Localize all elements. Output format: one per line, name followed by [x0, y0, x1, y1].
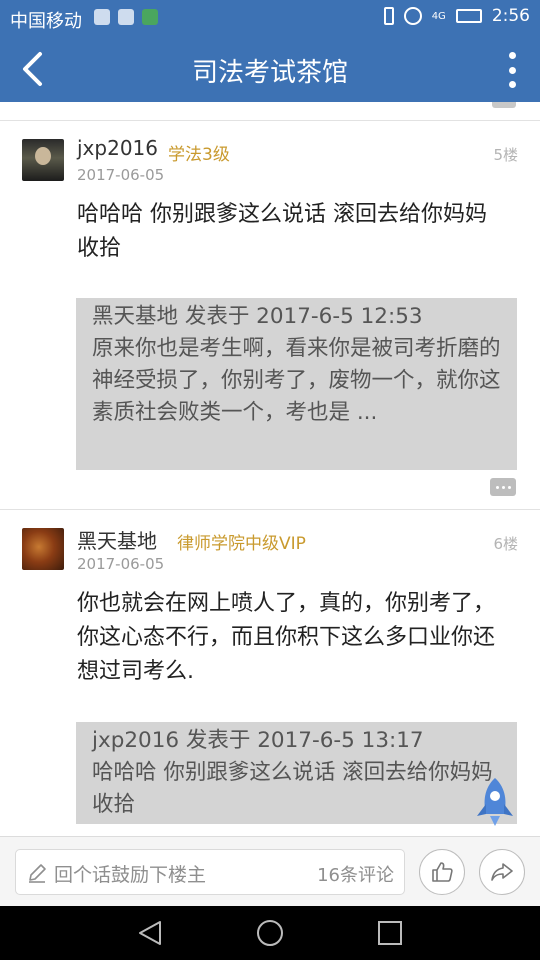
network-type: 4G — [431, 10, 446, 22]
comment-input[interactable]: 回个话鼓励下楼主 16条评论 — [15, 849, 405, 895]
post-username[interactable]: 黑天基地 — [77, 525, 157, 554]
quote-header: jxp2016 发表于 2017-6-5 13:17 — [92, 728, 424, 753]
page-title: 司法考试茶馆 — [191, 58, 348, 88]
quote-text: 哈哈哈 你别跟爹这么说话 滚回去给你妈妈收拾 — [92, 760, 493, 817]
home-circle-icon[interactable] — [256, 919, 284, 947]
user-level-badge: 学法3级 — [168, 145, 230, 165]
avatar[interactable] — [22, 139, 64, 181]
post-content: 哈哈哈 你别跟爹这么说话 滚回去给你妈妈收拾 — [77, 202, 487, 261]
share-button[interactable] — [479, 849, 525, 895]
quote-text: 原来你也是考生啊，看来你是被司考折磨的神经受损了，你别考了，废物一个，就你这素质… — [92, 336, 501, 425]
user-level-badge: 律师学院中级VIP — [177, 534, 306, 554]
quoted-reply: jxp2016 发表于 2017-6-5 13:17 哈哈哈 你别跟爹这么说话 … — [76, 722, 517, 824]
quote-header: 黑天基地 发表于 2017-6-5 12:53 — [92, 304, 423, 329]
app-header: 司法考试茶馆 — [0, 36, 540, 102]
system-navigation-bar — [0, 906, 540, 960]
divider — [0, 509, 540, 510]
avatar[interactable] — [22, 528, 64, 570]
post-date: 2017-06-05 — [77, 166, 165, 184]
battery-icon — [455, 9, 482, 23]
quoted-reply: 黑天基地 发表于 2017-6-5 12:53 原来你也是考生啊，看来你是被司考… — [76, 298, 517, 470]
comment-bar: 回个话鼓励下楼主 16条评论 — [0, 836, 540, 906]
post-date: 2017-06-05 — [77, 555, 165, 573]
reply-icon[interactable] — [492, 102, 516, 108]
back-triangle-icon[interactable] — [136, 919, 164, 947]
app-store-icon — [142, 9, 158, 25]
comment-placeholder: 回个话鼓励下楼主 — [54, 864, 207, 886]
floor-number: 5楼 — [493, 146, 518, 164]
post-username[interactable]: jxp2016 — [77, 136, 158, 160]
vibrate-icon — [383, 7, 394, 25]
more-vertical-icon[interactable] — [508, 52, 516, 88]
comment-icon[interactable] — [490, 478, 516, 496]
notification-icon — [118, 9, 134, 25]
like-button[interactable] — [419, 849, 465, 895]
floor-number: 6楼 — [493, 535, 518, 553]
status-icons: 4G 2:56 — [383, 6, 530, 26]
comment-count[interactable]: 16条评论 — [317, 861, 394, 887]
share-icon — [491, 863, 513, 881]
notification-icons — [94, 9, 158, 25]
rocket-icon[interactable] — [473, 776, 517, 828]
pencil-icon — [29, 864, 46, 883]
clock-time: 2:56 — [491, 6, 530, 26]
thumbs-up-icon — [432, 862, 453, 882]
status-bar: 中国移动 4G 2:56 — [0, 0, 540, 36]
divider — [0, 120, 540, 121]
recents-square-icon[interactable] — [376, 919, 404, 947]
notification-icon — [94, 9, 110, 25]
carrier-name: 中国移动 — [10, 11, 82, 32]
alarm-icon — [403, 7, 422, 25]
post-feed[interactable]: jxp2016 学法3级 2017-06-05 5楼 哈哈哈 你别跟爹这么说话 … — [0, 102, 540, 836]
post-content: 你也就会在网上喷人了，真的，你别考了，你这心态不行，而且你积下这么多口业你还想过… — [77, 591, 496, 684]
